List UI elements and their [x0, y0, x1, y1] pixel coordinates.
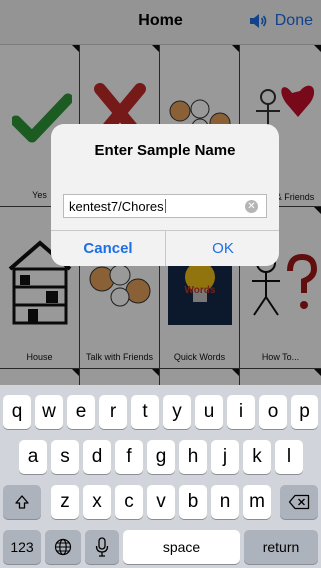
key-r[interactable]: r — [99, 395, 127, 429]
key-o[interactable]: o — [259, 395, 287, 429]
numbers-key[interactable]: 123 — [3, 530, 41, 564]
key-j[interactable]: j — [211, 440, 239, 474]
key-z[interactable]: z — [51, 485, 79, 519]
key-a[interactable]: a — [19, 440, 47, 474]
cancel-button[interactable]: Cancel — [51, 231, 165, 266]
key-n[interactable]: n — [211, 485, 239, 519]
globe-key[interactable] — [45, 530, 81, 564]
key-w[interactable]: w — [35, 395, 63, 429]
shift-key[interactable] — [3, 485, 41, 519]
dialog-title: Enter Sample Name — [94, 142, 236, 159]
key-b[interactable]: b — [179, 485, 207, 519]
key-q[interactable]: q — [3, 395, 31, 429]
dictation-key[interactable] — [85, 530, 119, 564]
key-d[interactable]: d — [83, 440, 111, 474]
key-i[interactable]: i — [227, 395, 255, 429]
key-s[interactable]: s — [51, 440, 79, 474]
key-m[interactable]: m — [243, 485, 271, 519]
keyboard: q w e r t y u i o p a s d f g h j k l z … — [0, 385, 321, 568]
shift-icon — [15, 495, 29, 509]
clear-text-icon[interactable]: ✕ — [245, 200, 258, 213]
key-h[interactable]: h — [179, 440, 207, 474]
key-g[interactable]: g — [147, 440, 175, 474]
key-x[interactable]: x — [83, 485, 111, 519]
key-l[interactable]: l — [275, 440, 303, 474]
globe-icon — [54, 538, 72, 556]
key-c[interactable]: c — [115, 485, 143, 519]
key-y[interactable]: y — [163, 395, 191, 429]
space-key[interactable]: space — [123, 530, 240, 564]
backspace-icon — [288, 494, 310, 510]
return-key[interactable]: return — [244, 530, 318, 564]
key-p[interactable]: p — [291, 395, 318, 429]
ok-button[interactable]: OK — [166, 231, 279, 266]
key-t[interactable]: t — [131, 395, 159, 429]
sample-name-input[interactable]: kentest7/Chores ✕ — [63, 194, 267, 218]
delete-key[interactable] — [280, 485, 318, 519]
text-caret — [164, 199, 167, 213]
key-e[interactable]: e — [67, 395, 95, 429]
key-k[interactable]: k — [243, 440, 271, 474]
key-v[interactable]: v — [147, 485, 175, 519]
key-u[interactable]: u — [195, 395, 223, 429]
sample-name-dialog: Enter Sample Name kentest7/Chores ✕ Canc… — [51, 124, 279, 266]
input-value: kentest7/Chores — [69, 199, 164, 214]
microphone-icon — [95, 537, 109, 557]
key-f[interactable]: f — [115, 440, 143, 474]
